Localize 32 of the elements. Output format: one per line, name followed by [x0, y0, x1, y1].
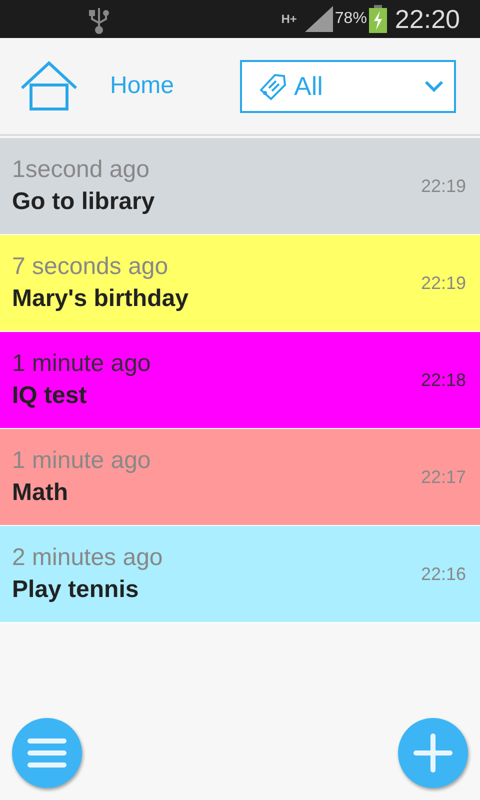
add-button[interactable]	[398, 718, 468, 788]
menu-button[interactable]	[12, 718, 82, 788]
note-age: 2 minutes ago	[12, 544, 164, 572]
note-item[interactable]: 1 minute ago IQ test 22:18	[0, 332, 480, 429]
note-time: 22:19	[420, 272, 466, 294]
note-title: Mary's birthday	[12, 285, 190, 313]
network-type: H+	[281, 13, 297, 25]
home-icon[interactable]	[20, 61, 78, 111]
note-item[interactable]: 1second ago Go to library 22:19	[0, 138, 480, 235]
note-item[interactable]: 7 seconds ago Mary's birthday 22:19	[0, 235, 480, 332]
plus-icon	[413, 733, 453, 773]
note-title: Math	[12, 479, 69, 507]
menu-icon	[27, 737, 67, 769]
signal-icon	[304, 6, 333, 32]
note-time: 22:17	[420, 466, 466, 488]
tag-icon	[258, 71, 288, 101]
note-title: Go to library	[12, 188, 156, 216]
note-time: 22:19	[420, 176, 466, 196]
clock: 22:20	[394, 4, 460, 34]
battery-icon	[368, 5, 387, 33]
battery-percent: 78%	[334, 10, 367, 28]
note-age: 1second ago	[12, 156, 150, 184]
chevron-down-icon	[424, 80, 444, 92]
note-title: IQ test	[12, 382, 88, 410]
note-item[interactable]: 2 minutes ago Play tennis 22:16	[0, 526, 480, 623]
note-age: 1 minute ago	[12, 350, 152, 378]
note-title: Play tennis	[12, 576, 140, 604]
note-time: 22:18	[420, 370, 466, 390]
note-time: 22:16	[420, 564, 466, 584]
note-age: 7 seconds ago	[12, 253, 170, 281]
note-item[interactable]: 1 minute ago Math 22:17	[0, 429, 480, 526]
note-age: 1 minute ago	[12, 447, 152, 475]
